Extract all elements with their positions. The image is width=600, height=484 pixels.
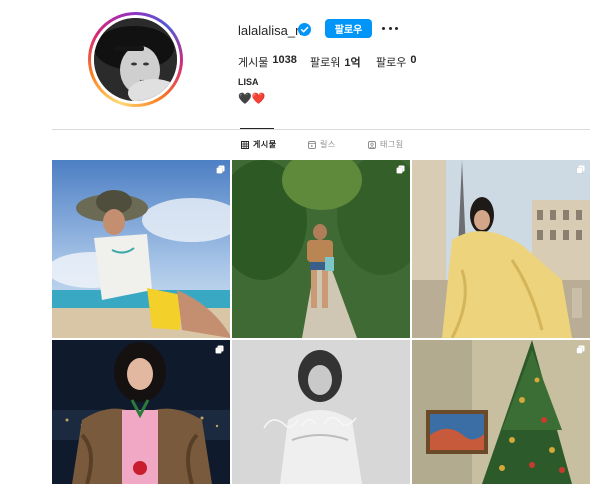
tab-posts-label: 게시물 [253, 140, 277, 149]
post-photo-beach [52, 160, 230, 338]
post-item[interactable] [52, 160, 230, 338]
tagged-icon [368, 140, 376, 149]
tab-posts[interactable]: 게시물 [241, 139, 277, 150]
post-item[interactable] [232, 160, 410, 338]
tab-reels-label: 릴스 [320, 140, 336, 149]
avatar[interactable] [94, 18, 177, 101]
bio: 🖤❤️ [238, 93, 266, 105]
post-item[interactable] [412, 340, 590, 484]
multi-image-icon [576, 165, 585, 174]
tab-tagged[interactable]: 태그됨 [368, 139, 404, 150]
username: lalalalisa_m [238, 23, 306, 38]
avatar-border [91, 15, 180, 104]
posts-value: 1038 [272, 54, 297, 66]
dot [388, 26, 392, 30]
multi-image-icon [216, 165, 225, 174]
followers-label: 팔로워 [310, 57, 341, 69]
dot [382, 26, 385, 30]
dot [395, 26, 398, 30]
tab-reels[interactable]: 릴스 [308, 139, 336, 150]
post-item[interactable] [52, 340, 230, 484]
post-photo-paris [412, 160, 590, 338]
reels-icon [308, 140, 316, 149]
grid-icon [241, 140, 249, 149]
post-item[interactable] [232, 340, 410, 484]
active-tab-indicator [240, 128, 274, 129]
posts-label: 게시물 [238, 57, 269, 69]
verified-badge-icon [298, 23, 311, 36]
profile-avatar-ring[interactable] [88, 12, 183, 107]
post-photo-album [232, 340, 410, 484]
multi-image-icon [396, 165, 405, 174]
followers-count[interactable]: 팔로워 1억 [310, 54, 370, 70]
following-count[interactable]: 팔로우 0 [376, 54, 426, 70]
avatar-photo [94, 18, 177, 101]
followers-value: 1억 [344, 57, 361, 69]
follow-button[interactable]: 팔로우 [325, 19, 372, 38]
full-name: LISA [238, 77, 259, 87]
post-photo-garden [232, 160, 410, 338]
posts-count: 게시물 1038 [238, 54, 298, 70]
tab-divider [52, 129, 590, 130]
following-label: 팔로우 [376, 57, 407, 69]
multi-image-icon [576, 345, 585, 354]
more-options-icon[interactable] [382, 22, 398, 34]
post-item[interactable] [412, 160, 590, 338]
post-photo-christmas [412, 340, 590, 484]
following-value: 0 [410, 54, 417, 66]
post-photo-night [52, 340, 230, 484]
tab-tagged-label: 태그됨 [380, 140, 404, 149]
multi-image-icon [215, 345, 224, 354]
